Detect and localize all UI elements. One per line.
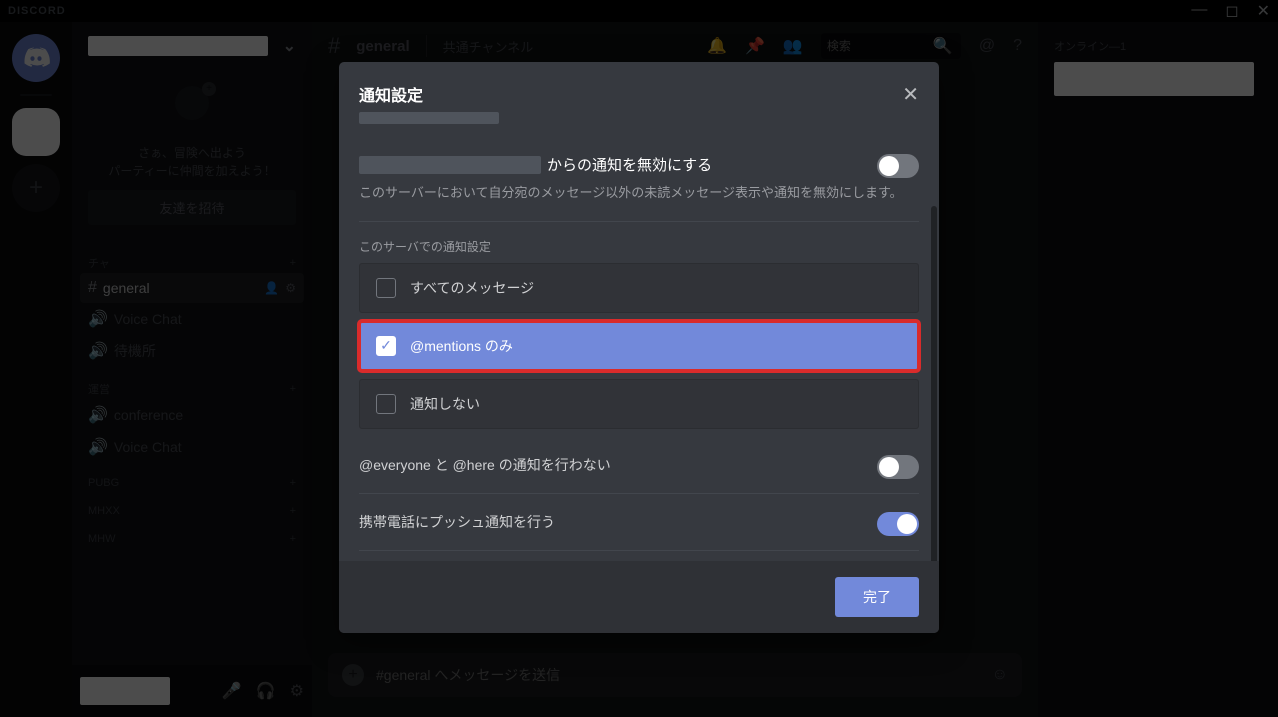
radio-nothing[interactable]: 通知しない bbox=[359, 379, 919, 429]
mobile-push-toggle[interactable] bbox=[877, 512, 919, 536]
done-button[interactable]: 完了 bbox=[835, 577, 919, 617]
server-name-redacted bbox=[359, 156, 541, 174]
modal-close-icon[interactable]: ✕ bbox=[902, 82, 919, 107]
radio-all-messages[interactable]: すべてのメッセージ bbox=[359, 263, 919, 313]
mute-server-label: からの通知を無効にする bbox=[547, 154, 712, 175]
mute-server-toggle[interactable] bbox=[877, 154, 919, 178]
suppress-everyone-label: @everyone と @here の通知を行わない bbox=[359, 457, 611, 473]
mute-server-desc: このサーバーにおいて自分宛のメッセージ以外の未読メッセージ表示や通知を無効にしま… bbox=[359, 183, 919, 203]
modal-subtitle-redacted bbox=[359, 112, 499, 124]
radio-mentions-only[interactable]: ✓@mentions のみ bbox=[359, 321, 919, 371]
notification-settings-modal: 通知設定 ✕ からの通知を無効にする このサーバーにおいて自分宛のメッセージ以外… bbox=[339, 62, 939, 633]
mobile-push-label: 携帯電話にプッシュ通知を行う bbox=[359, 514, 555, 530]
modal-backdrop[interactable]: 通知設定 ✕ からの通知を無効にする このサーバーにおいて自分宛のメッセージ以外… bbox=[0, 0, 1278, 717]
notification-section-label: このサーバでの通知設定 bbox=[359, 238, 919, 255]
modal-scrollbar[interactable] bbox=[931, 206, 937, 561]
modal-title: 通知設定 bbox=[359, 82, 919, 106]
suppress-everyone-toggle[interactable] bbox=[877, 455, 919, 479]
